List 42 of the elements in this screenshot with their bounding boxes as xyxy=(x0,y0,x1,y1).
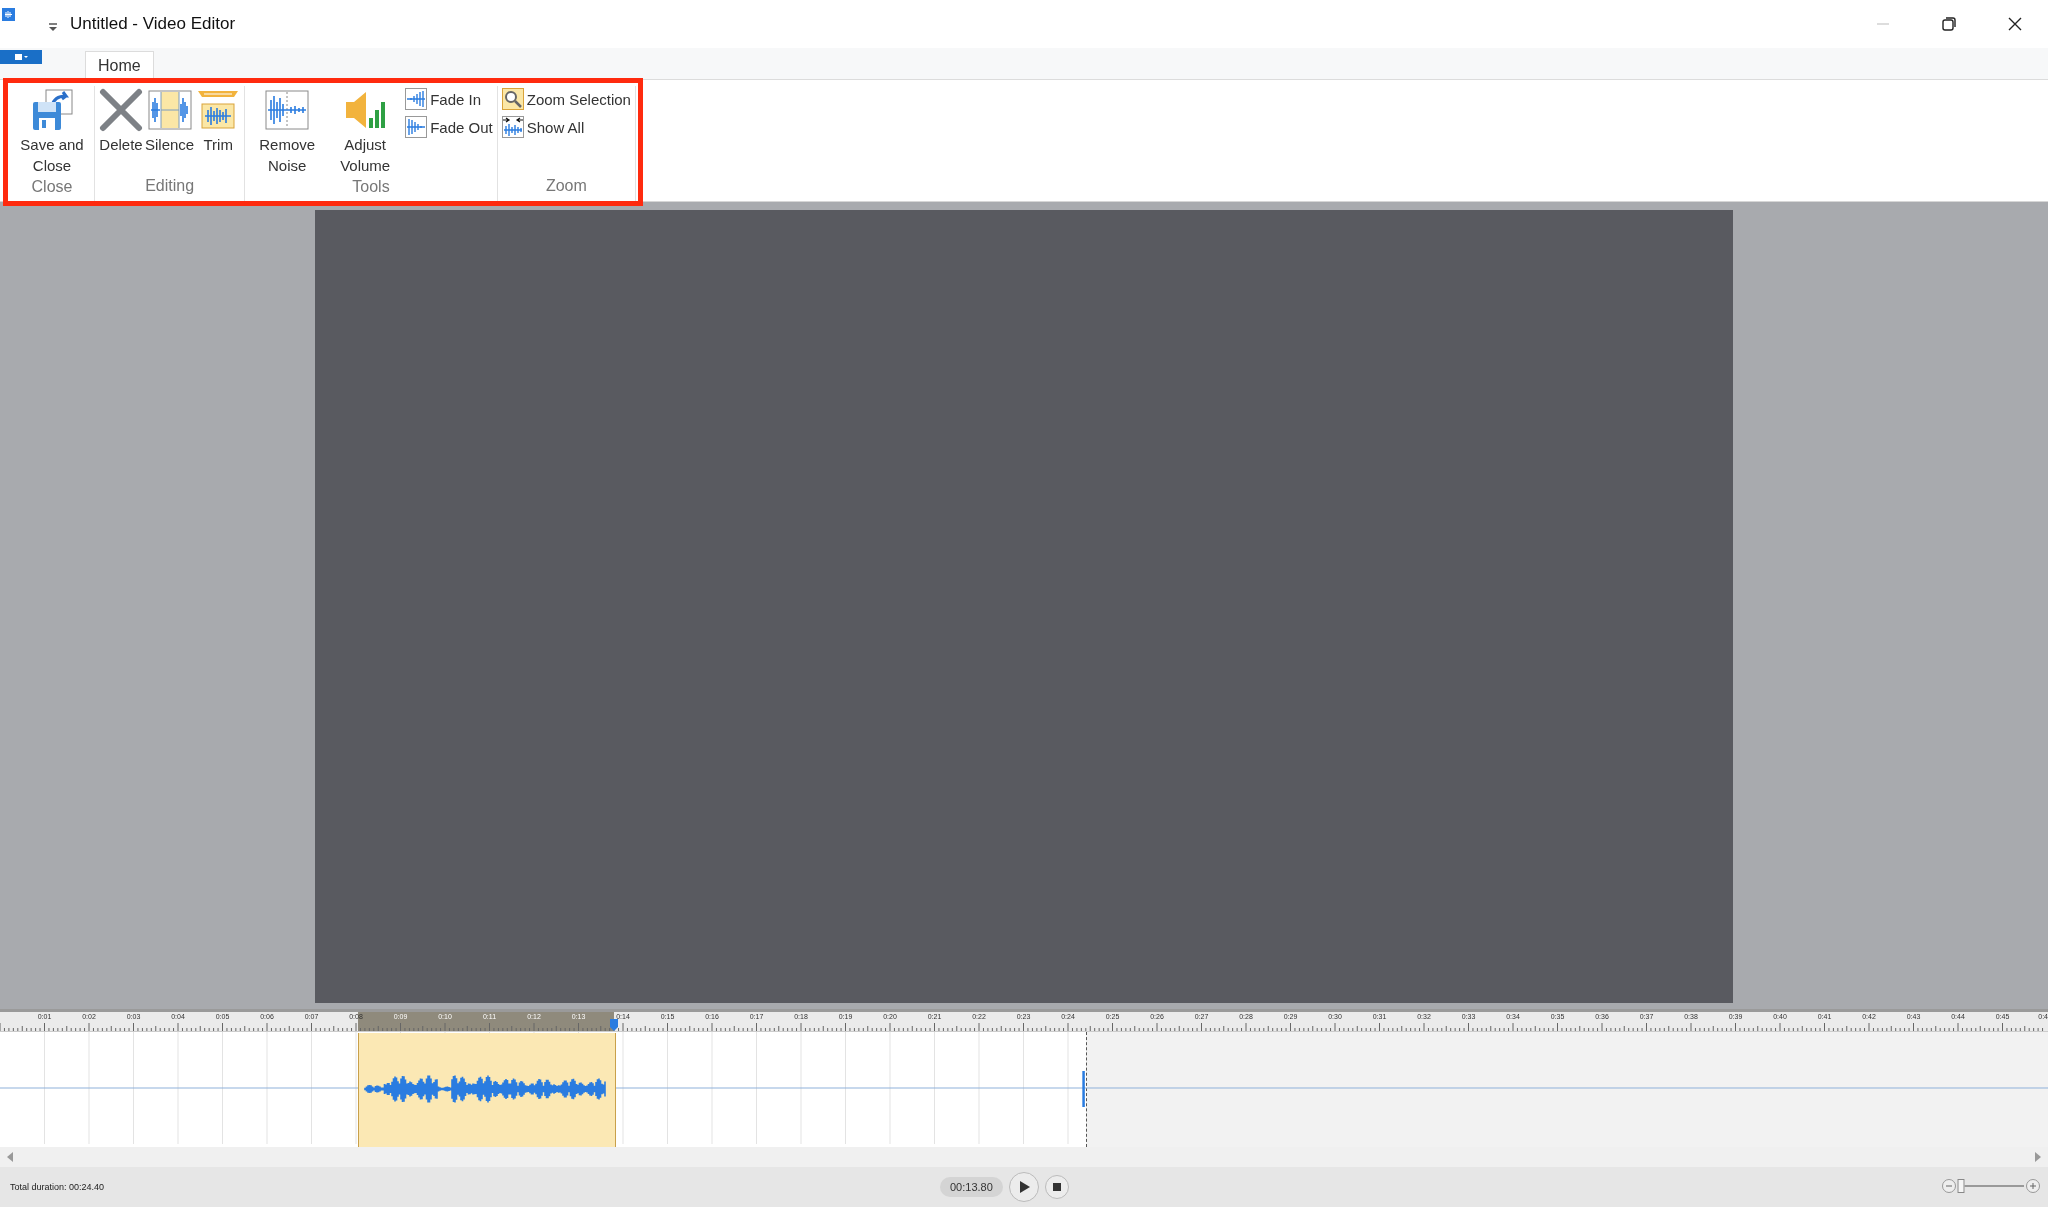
play-button[interactable] xyxy=(1008,1172,1039,1202)
x-mark-icon xyxy=(99,88,143,132)
trim-icon xyxy=(196,88,241,132)
current-time: 00:13.80 xyxy=(940,1177,1003,1197)
ribbon-button[interactable]: Show All xyxy=(501,114,631,140)
zoom-out-icon[interactable] xyxy=(1942,1179,1956,1193)
app-menu-button[interactable] xyxy=(0,50,42,64)
fade-out-icon xyxy=(405,116,428,138)
dropdown-icon[interactable] xyxy=(46,20,60,34)
slider-thumb[interactable] xyxy=(1957,1179,1965,1193)
group-label: Close xyxy=(30,178,74,197)
ribbon-button[interactable]: Trim xyxy=(196,86,241,177)
ribbon-button[interactable]: Fade Out xyxy=(405,114,493,140)
window-title: Untitled - Video Editor xyxy=(70,14,236,34)
playhead-handle[interactable] xyxy=(609,1018,620,1032)
ribbon-tab[interactable]: Home xyxy=(85,51,154,79)
ribbon-button[interactable]: Silence xyxy=(145,86,195,177)
show-all-icon xyxy=(501,116,524,138)
ribbon-button[interactable]: Remove Noise xyxy=(249,86,326,178)
ribbon-button[interactable]: Save and Close xyxy=(14,86,90,178)
waveform-icon xyxy=(147,88,192,132)
stop-icon xyxy=(1051,1182,1062,1192)
group-label: Editing xyxy=(144,177,196,196)
ribbon-button[interactable]: Fade In xyxy=(405,86,493,112)
group-label: Zoom xyxy=(544,177,588,196)
scroll-left-icon[interactable] xyxy=(6,1152,14,1162)
ribbon-button[interactable]: Delete xyxy=(99,86,143,177)
close-icon[interactable] xyxy=(2007,16,2023,32)
ribbon-button[interactable]: Adjust Volume xyxy=(327,86,404,178)
group-label: Tools xyxy=(351,178,391,197)
floppy-disk-icon xyxy=(30,88,74,132)
waveform-icon xyxy=(265,88,310,132)
ribbon-button[interactable]: Zoom Selection xyxy=(501,86,631,112)
dropdown-icon xyxy=(13,53,29,61)
total-duration: Total duration: 00:24.40 xyxy=(10,1182,105,1192)
magnifier-icon xyxy=(501,88,524,110)
fade-in-icon xyxy=(405,88,428,110)
restore-icon[interactable] xyxy=(1941,16,1957,32)
horizontal-scrollbar[interactable] xyxy=(0,1147,2048,1167)
stop-button[interactable] xyxy=(1044,1175,1069,1199)
scroll-right-icon[interactable] xyxy=(2034,1152,2042,1162)
zoom-in-icon[interactable] xyxy=(2026,1179,2040,1193)
